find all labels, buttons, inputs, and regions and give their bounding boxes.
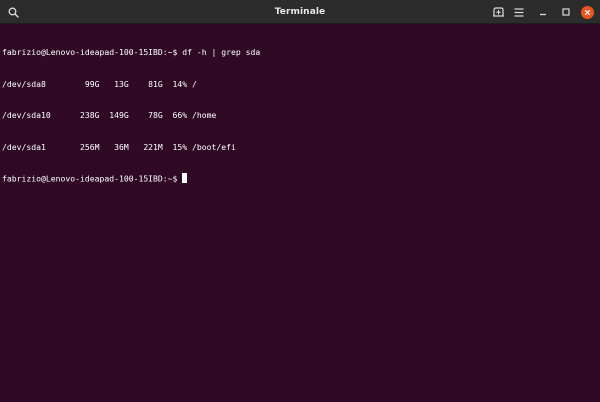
new-tab-icon — [492, 7, 504, 17]
shell-prompt: fabrizio@Lenovo-ideapad-100-15IBD:~$ — [2, 173, 183, 184]
terminal-line-command: fabrizio@Lenovo-ideapad-100-15IBD:~$ df … — [2, 47, 261, 57]
maximize-button[interactable] — [557, 3, 575, 21]
text-cursor — [182, 173, 188, 183]
hamburger-menu-icon — [514, 7, 524, 17]
terminal-line-sda10: /dev/sda10 238G 149G 78G 66% /home — [2, 110, 217, 120]
menu-button[interactable] — [510, 3, 528, 21]
maximize-icon — [562, 8, 570, 16]
terminal-window: Terminale fabrizio@Lenovo-ideapad-100-15… — [0, 0, 600, 402]
close-button[interactable] — [578, 3, 596, 21]
close-button-circle[interactable] — [580, 5, 594, 19]
title-bar[interactable]: Terminale — [0, 0, 600, 24]
terminal-prompt-line[interactable]: fabrizio@Lenovo-ideapad-100-15IBD:~$ — [2, 173, 598, 184]
terminal-line-sda1: /dev/sda1 256M 36M 221M 15% /boot/efi — [2, 141, 236, 152]
terminal-line-sda8: /dev/sda8 99G 13G 81G 14% / — [2, 78, 197, 89]
minimize-button[interactable] — [534, 3, 552, 21]
close-icon — [584, 9, 590, 15]
minimize-icon — [540, 13, 546, 16]
terminal-output[interactable]: fabrizio@Lenovo-ideapad-100-15IBD:~$ df … — [2, 26, 598, 400]
new-tab-button[interactable] — [489, 3, 507, 21]
